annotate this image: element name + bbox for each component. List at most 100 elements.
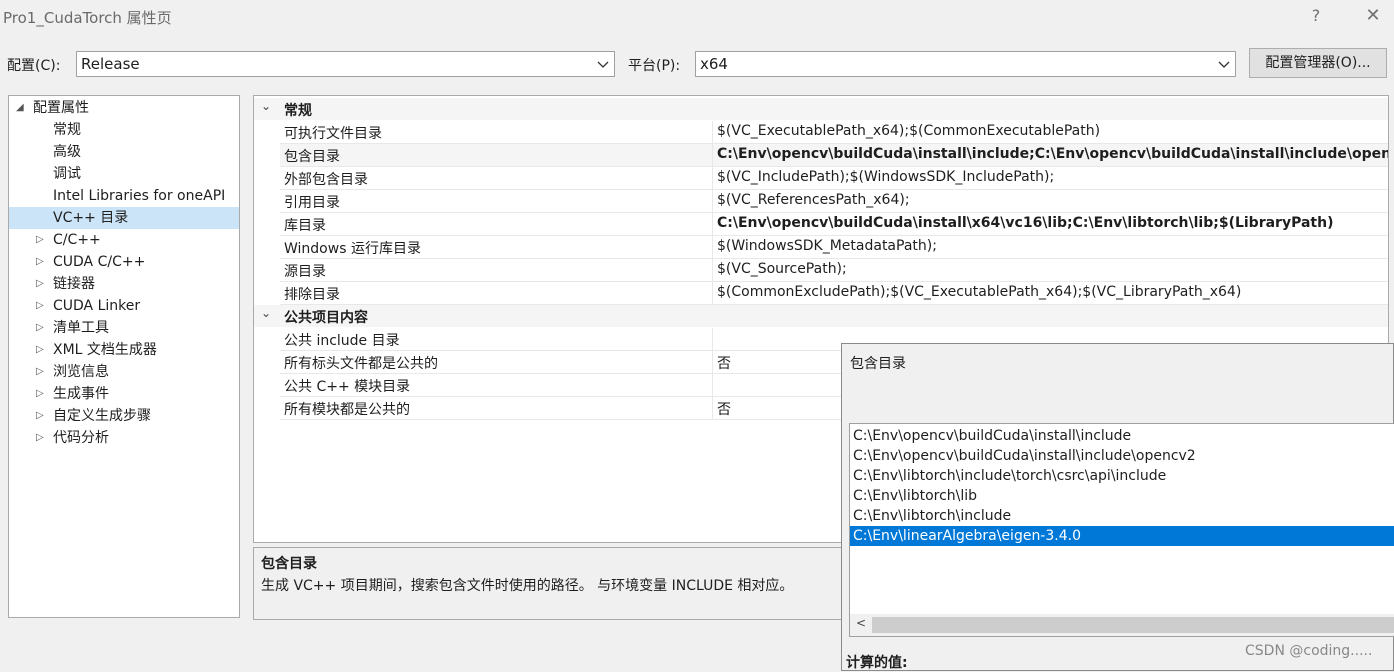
config-label: 配置(C):: [7, 58, 61, 74]
collapsed-triangle-icon[interactable]: ▷: [36, 361, 44, 383]
collapsed-triangle-icon[interactable]: ▷: [36, 317, 44, 339]
property-row[interactable]: 包含目录 C:\Env\opencv\buildCuda\install\incl…: [280, 144, 1388, 167]
grid-category-label: 常规: [284, 103, 312, 119]
platform-select-value: x64: [700, 55, 728, 73]
collapsed-triangle-icon[interactable]: ▷: [36, 427, 44, 449]
help-button[interactable]: ?: [1304, 4, 1328, 28]
column-divider: [712, 328, 713, 350]
column-divider: [712, 397, 713, 419]
tree-item-label: 生成事件: [53, 386, 109, 402]
title-bar: Pro1_CudaTorch 属性页 ? ✕: [0, 0, 1394, 34]
property-value[interactable]: $(VC_IncludePath);$(WindowsSDK_IncludePa…: [717, 169, 1054, 185]
tree-root[interactable]: ◢ 配置属性: [9, 97, 239, 119]
property-row[interactable]: 引用目录 $(VC_ReferencesPath_x64);: [280, 190, 1388, 213]
property-name: 引用目录: [284, 195, 340, 211]
grid-category-label: 公共项目内容: [284, 310, 368, 326]
window-title: Pro1_CudaTorch 属性页: [3, 9, 172, 27]
tree-item[interactable]: 高级: [9, 141, 239, 163]
tree-item[interactable]: Intel Libraries for oneAPI: [9, 185, 239, 207]
property-name: 所有模块都是公共的: [284, 402, 410, 418]
property-value[interactable]: $(CommonExcludePath);$(VC_ExecutablePath…: [717, 284, 1241, 300]
tree-item[interactable]: ▷ C/C++: [9, 229, 239, 251]
collapsed-triangle-icon[interactable]: ▷: [36, 295, 44, 317]
property-name: 公共 C++ 模块目录: [284, 379, 411, 395]
tree-root-label: 配置属性: [33, 100, 89, 116]
list-item[interactable]: C:\Env\opencv\buildCuda\install\include\…: [850, 446, 1394, 466]
expanded-triangle-icon: ◢: [16, 102, 24, 113]
list-item[interactable]: C:\Env\opencv\buildCuda\install\include: [850, 426, 1394, 446]
tree-item[interactable]: ▷ 生成事件: [9, 383, 239, 405]
collapsed-triangle-icon[interactable]: ▷: [36, 251, 44, 273]
collapsed-triangle-icon[interactable]: ▷: [36, 405, 44, 427]
tree-item[interactable]: ▷ CUDA Linker: [9, 295, 239, 317]
property-value[interactable]: $(VC_ReferencesPath_x64);: [717, 192, 910, 208]
tree-item-label: 调试: [53, 166, 81, 182]
property-value[interactable]: C:\Env\opencv\buildCuda\install\x64\vc16…: [717, 215, 1333, 231]
config-tree[interactable]: ◢ 配置属性 常规高级调试 Intel Libraries for oneAPI V…: [8, 95, 240, 618]
tree-item[interactable]: 调试: [9, 163, 239, 185]
property-name: 库目录: [284, 218, 326, 234]
property-value[interactable]: $(VC_ExecutablePath_x64);$(CommonExecuta…: [717, 123, 1100, 139]
list-item[interactable]: C:\Env\libtorch\include: [850, 506, 1394, 526]
property-value[interactable]: $(WindowsSDK_MetadataPath);: [717, 238, 937, 254]
config-manager-button[interactable]: 配置管理器(O)...: [1249, 48, 1387, 78]
include-dirs-dialog: 包含目录 C:\Env\opencv\buildCuda\install\inc…: [841, 343, 1394, 671]
column-divider: [712, 236, 713, 258]
horizontal-scrollbar[interactable]: <: [850, 614, 1394, 636]
property-name: Windows 运行库目录: [284, 241, 421, 257]
dialog-title: 包含目录: [850, 356, 906, 372]
column-divider: [712, 190, 713, 212]
property-value[interactable]: C:\Env\opencv\buildCuda\install\include;…: [717, 146, 1388, 162]
tree-item[interactable]: ▷ 浏览信息: [9, 361, 239, 383]
tree-item[interactable]: ▷ 自定义生成步骤: [9, 405, 239, 427]
list-item[interactable]: C:\Env\libtorch\lib: [850, 486, 1394, 506]
property-row[interactable]: 可执行文件目录 $(VC_ExecutablePath_x64);$(Common…: [280, 121, 1388, 144]
scroll-thumb[interactable]: [872, 617, 1394, 633]
column-divider: [712, 351, 713, 373]
grid-category[interactable]: ⌄ 常规: [254, 98, 1388, 120]
tree-item[interactable]: ▷ XML 文档生成器: [9, 339, 239, 361]
column-divider: [712, 121, 713, 143]
property-row[interactable]: 源目录 $(VC_SourcePath);: [280, 259, 1388, 282]
property-value[interactable]: $(VC_SourcePath);: [717, 261, 847, 277]
tree-item[interactable]: ▷ 清单工具: [9, 317, 239, 339]
collapsed-triangle-icon[interactable]: ▷: [36, 273, 44, 295]
column-divider: [712, 374, 713, 396]
tree-item-label: 清单工具: [53, 320, 109, 336]
tree-item[interactable]: VC++ 目录: [9, 207, 239, 229]
tree-item[interactable]: ▷ 链接器: [9, 273, 239, 295]
platform-label: 平台(P):: [628, 58, 681, 74]
tree-item[interactable]: ▷ 代码分析: [9, 427, 239, 449]
property-name: 可执行文件目录: [284, 126, 382, 142]
property-value[interactable]: 否: [717, 353, 731, 373]
list-item[interactable]: C:\Env\linearAlgebra\eigen-3.4.0: [850, 526, 1394, 546]
tree-item-label: CUDA Linker: [53, 298, 141, 314]
collapsed-triangle-icon[interactable]: ▷: [36, 229, 44, 251]
property-row[interactable]: 排除目录 $(CommonExcludePath);$(VC_Executable…: [280, 282, 1388, 305]
column-divider: [712, 144, 713, 166]
scroll-left-icon[interactable]: <: [854, 616, 868, 634]
property-value[interactable]: 否: [717, 399, 731, 419]
config-select[interactable]: Release: [76, 51, 615, 77]
tree-item-label: Intel Libraries for oneAPI: [53, 188, 226, 204]
column-divider: [712, 213, 713, 235]
include-dirs-list[interactable]: C:\Env\opencv\buildCuda\install\include C…: [849, 423, 1394, 637]
config-select-value: Release: [81, 55, 140, 73]
chevron-down-icon[interactable]: ⌄: [261, 99, 271, 113]
property-row[interactable]: 外部包含目录 $(VC_IncludePath);$(WindowsSDK_Inc…: [280, 167, 1388, 190]
property-row[interactable]: 库目录 C:\Env\opencv\buildCuda\install\x64\v…: [280, 213, 1388, 236]
collapsed-triangle-icon[interactable]: ▷: [36, 339, 44, 361]
tree-item[interactable]: ▷ CUDA C/C++: [9, 251, 239, 273]
chevron-down-icon[interactable]: ⌄: [261, 306, 271, 320]
property-name: 外部包含目录: [284, 172, 368, 188]
collapsed-triangle-icon[interactable]: ▷: [36, 383, 44, 405]
tree-item[interactable]: 常规: [9, 119, 239, 141]
list-item[interactable]: C:\Env\libtorch\include\torch\csrc\api\i…: [850, 466, 1394, 486]
description-title: 包含目录: [261, 556, 317, 572]
grid-category[interactable]: ⌄ 公共项目内容: [254, 305, 1388, 327]
property-row[interactable]: Windows 运行库目录 $(WindowsSDK_MetadataPath);: [280, 236, 1388, 259]
platform-select[interactable]: x64: [695, 51, 1236, 77]
tree-item-label: 高级: [53, 144, 81, 160]
close-button[interactable]: ✕: [1360, 4, 1386, 28]
watermark: CSDN @coding.....: [1245, 643, 1373, 659]
